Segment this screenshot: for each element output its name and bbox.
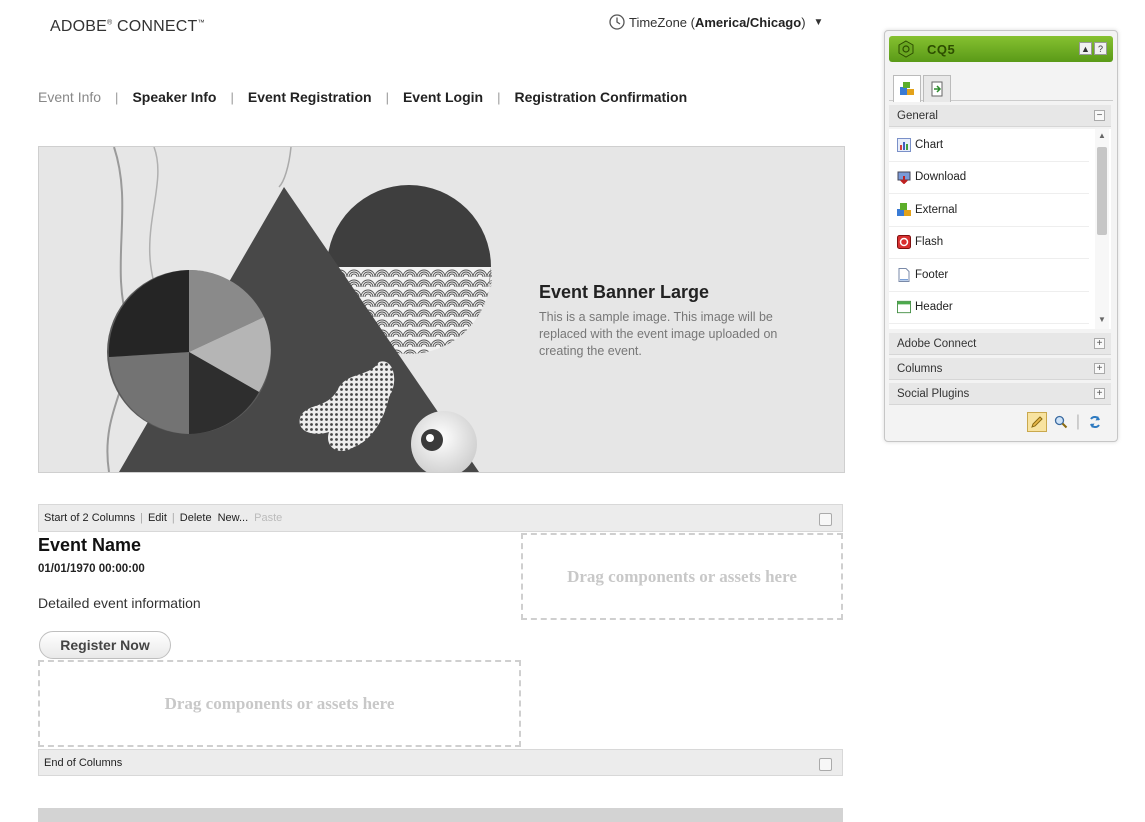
nav-separator: | — [385, 89, 389, 105]
component-label: Header — [915, 301, 953, 314]
component-chart[interactable]: Chart — [889, 129, 1089, 162]
group-columns[interactable]: Columns + — [889, 358, 1111, 380]
event-name: Event Name — [38, 535, 142, 555]
group-adobe-connect[interactable]: Adobe Connect + — [889, 333, 1111, 355]
columns-end-label: End of Columns — [44, 756, 123, 769]
adobe-connect-logo: ADOBE® CONNECT™ — [50, 18, 205, 35]
group-general-label: General — [897, 109, 938, 122]
event-nav: Event Info | Speaker Info | Event Regist… — [38, 89, 687, 105]
event-datetime: 01/01/1970 00:00:00 — [38, 563, 145, 575]
collapse-sidekick-button[interactable]: ▲ — [1079, 42, 1092, 55]
paste-button[interactable]: Paste — [254, 512, 282, 524]
component-external[interactable]: External — [889, 194, 1089, 227]
register-now-button[interactable]: Register Now — [39, 631, 171, 659]
new-button[interactable]: New... — [218, 512, 249, 524]
group-label: Adobe Connect — [897, 337, 977, 350]
banner-title: Event Banner Large — [539, 282, 710, 302]
component-list-scrollbar[interactable]: ▲ ▼ — [1095, 129, 1109, 329]
dropzone-left-column[interactable]: Drag components or assets here — [38, 660, 521, 747]
edit-mode-pencil-icon[interactable] — [1027, 412, 1047, 432]
sidekick-title: CQ5 — [927, 41, 956, 57]
nav-registration-confirmation[interactable]: Registration Confirmation — [514, 89, 687, 105]
group-social-plugins[interactable]: Social Plugins + — [889, 383, 1111, 405]
component-label: Download — [915, 171, 967, 184]
clock-icon — [609, 14, 625, 30]
nav-separator: | — [230, 89, 234, 105]
download-icon — [897, 170, 911, 185]
sidekick-footer: | — [889, 408, 1111, 436]
scroll-down-icon[interactable]: ▼ — [1098, 315, 1106, 324]
component-list: Chart Download External Flash Footer Hea… — [889, 129, 1111, 329]
component-download[interactable]: Download — [889, 162, 1089, 194]
group-general[interactable]: General − — [889, 105, 1111, 127]
tab-components[interactable] — [893, 75, 921, 102]
expand-icon[interactable]: + — [1094, 388, 1105, 399]
nav-separator: | — [115, 89, 119, 105]
columns-start-label: Start of 2 Columns — [44, 512, 136, 524]
chart-icon — [897, 137, 911, 152]
timezone-selector[interactable]: TimeZone (America/Chicago) ▼ — [609, 14, 823, 30]
component-label: Footer — [915, 268, 949, 281]
delete-button[interactable]: Delete — [180, 512, 212, 524]
components-icon — [900, 82, 914, 95]
cq5-sidekick[interactable]: CQ5 ▲ ? General − Chart Download Externa… — [884, 30, 1118, 442]
timezone-label: TimeZone (America/Chicago) — [629, 14, 806, 30]
event-details: Detailed event information — [38, 595, 201, 611]
component-footer[interactable]: Footer — [889, 259, 1089, 292]
component-label: Flash — [915, 236, 944, 249]
tab-page[interactable] — [923, 75, 951, 102]
dropzone-right-column[interactable]: Drag components or assets here — [521, 533, 843, 620]
event-banner[interactable]: Event Banner Large This is a sample imag… — [38, 146, 845, 473]
cq5-logo-icon — [898, 40, 914, 58]
expand-icon[interactable]: + — [1094, 363, 1105, 374]
toolbar-separator: | — [171, 512, 175, 524]
scroll-up-icon[interactable]: ▲ — [1098, 131, 1106, 140]
refresh-icon[interactable] — [1085, 412, 1105, 432]
nav-speaker-info[interactable]: Speaker Info — [132, 89, 216, 105]
flash-icon — [897, 235, 911, 250]
banner-description: This is a sample image. This image will … — [539, 310, 778, 358]
preview-magnifier-icon[interactable] — [1051, 412, 1071, 432]
component-header[interactable]: Header — [889, 292, 1089, 324]
group-label: Social Plugins — [897, 387, 970, 400]
external-icon — [897, 202, 911, 217]
collapse-icon[interactable]: − — [1094, 110, 1105, 121]
nav-event-info[interactable]: Event Info — [38, 89, 101, 105]
nav-event-login[interactable]: Event Login — [403, 89, 483, 105]
page-icon — [931, 81, 943, 97]
footer-icon — [897, 267, 911, 282]
footer-separator: | — [1075, 413, 1081, 430]
group-label: Columns — [897, 362, 943, 375]
select-checkbox[interactable] — [819, 513, 832, 526]
columns-end-toolbar: End of Columns — [38, 749, 843, 776]
nav-separator: | — [497, 89, 501, 105]
toolbar-separator: | — [140, 512, 143, 524]
sidekick-header[interactable]: CQ5 ▲ ? — [889, 36, 1113, 62]
component-flash[interactable]: Flash — [889, 227, 1089, 259]
select-checkbox[interactable] — [819, 758, 832, 771]
sidekick-tabs — [889, 71, 1113, 102]
help-button[interactable]: ? — [1094, 42, 1107, 55]
scrollbar-thumb[interactable] — [1097, 147, 1107, 235]
expand-icon[interactable]: + — [1094, 338, 1105, 349]
edit-button[interactable]: Edit — [148, 512, 167, 524]
nav-event-registration[interactable]: Event Registration — [248, 89, 372, 105]
component-label: External — [915, 203, 958, 216]
header-icon — [897, 300, 911, 314]
chevron-down-icon: ▼ — [813, 16, 824, 28]
component-label: Chart — [915, 138, 944, 151]
columns-start-toolbar: Start of 2 Columns | Edit | Delete New..… — [38, 504, 843, 532]
